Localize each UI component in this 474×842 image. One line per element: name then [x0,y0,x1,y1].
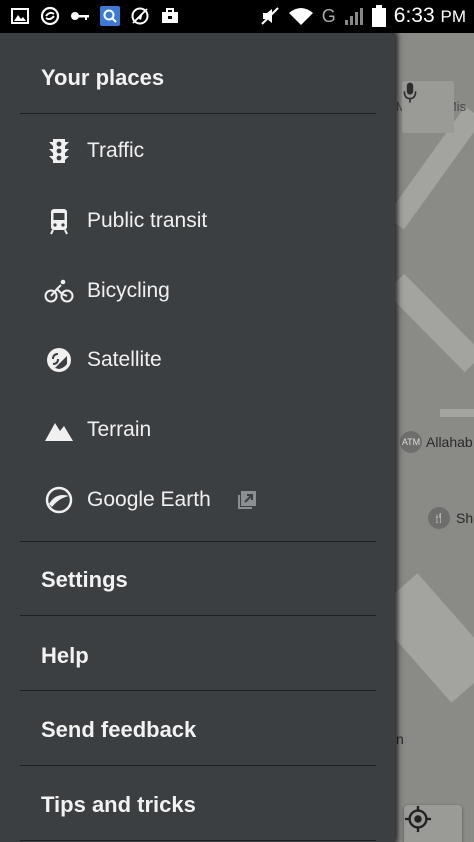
layer-google-earth-label: Google Earth [87,488,211,511]
layer-satellite-label: Satellite [87,348,162,371]
divider [20,113,376,114]
traffic-light-icon [42,134,76,168]
google-earth-icon [42,483,76,517]
network-type-label: G [321,5,336,26]
wifi-icon [288,6,314,26]
settings-link[interactable]: Settings [41,567,128,593]
layer-bicycling-label: Bicycling [87,279,170,302]
open-external-icon [238,491,256,509]
mountain-icon [42,413,76,447]
tips-and-tricks-link[interactable]: Tips and tricks [41,792,196,818]
layer-traffic[interactable]: Traffic [0,121,395,181]
briefcase-icon [160,6,180,26]
layer-satellite[interactable]: Satellite [0,330,395,390]
microphone-icon [403,82,417,103]
send-feedback-link[interactable]: Send feedback [41,717,196,743]
train-icon [42,204,76,238]
divider [20,765,376,766]
layer-terrain[interactable]: Terrain [0,400,395,460]
mute-icon [260,6,280,26]
search-app-icon [100,6,120,26]
atm-badge[interactable]: ATM [400,431,422,453]
layer-public-transit[interactable]: Public transit [0,191,395,251]
map-restaurant-label: Sh [456,510,474,526]
gallery-icon [10,6,30,26]
layer-terrain-label: Terrain [87,418,152,441]
divider [20,541,376,542]
layer-public-transit-label: Public transit [87,209,208,232]
restaurant-icon[interactable]: 🍴 [428,507,450,529]
layer-bicycling[interactable]: Bicycling [0,261,395,321]
layer-google-earth[interactable]: Google Earth [0,470,395,530]
bicycle-icon [42,274,76,308]
divider [20,615,376,616]
help-link[interactable]: Help [41,643,89,669]
battery-icon [371,5,386,27]
drawer-shadow [395,33,400,842]
navigation-drawer: Your places Traffic Public transit Bicyc… [0,33,395,842]
status-bar: G 6:33 PM [0,0,474,33]
sync-icon [40,6,60,26]
satellite-icon [42,343,76,377]
your-places-header[interactable]: Your places [41,65,164,91]
crosshair-icon [404,805,432,833]
divider [20,690,376,691]
no-location-icon [130,6,150,26]
layer-traffic-label: Traffic [87,139,145,162]
signal-icon [344,6,364,26]
microphone-button[interactable] [402,81,454,133]
divider [20,840,376,841]
my-location-button[interactable] [404,805,462,842]
key-icon [70,6,90,26]
clock: 6:33 PM [393,4,466,27]
map-place-label: Allahab [426,434,473,450]
